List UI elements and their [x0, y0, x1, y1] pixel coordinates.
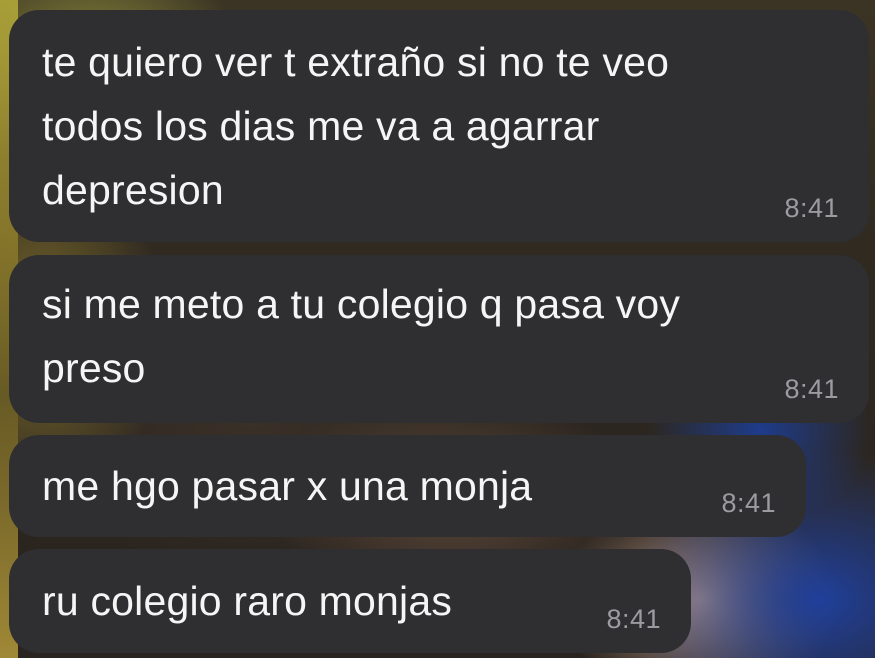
- message-bubble[interactable]: si me meto a tu colegio q pasa voy preso…: [9, 255, 869, 423]
- message-list[interactable]: te quiero ver t extraño si no te veo tod…: [0, 0, 875, 658]
- message-bubble[interactable]: me hgo pasar x una monja 8:41: [9, 435, 806, 537]
- message-timestamp: 8:41: [784, 193, 839, 223]
- message-timestamp: 8:41: [784, 374, 839, 404]
- message-timestamp: 8:41: [606, 604, 661, 634]
- message-bubble[interactable]: ru colegio raro monjas 8:41: [9, 549, 691, 653]
- message-text: ru colegio raro monjas: [42, 578, 453, 624]
- message-timestamp: 8:41: [721, 488, 776, 518]
- message-bubble[interactable]: te quiero ver t extraño si no te veo tod…: [9, 10, 869, 242]
- message-text: si me meto a tu colegio q pasa voy preso: [42, 281, 681, 391]
- message-text: me hgo pasar x una monja: [42, 463, 533, 509]
- message-text: te quiero ver t extraño si no te veo tod…: [42, 39, 670, 213]
